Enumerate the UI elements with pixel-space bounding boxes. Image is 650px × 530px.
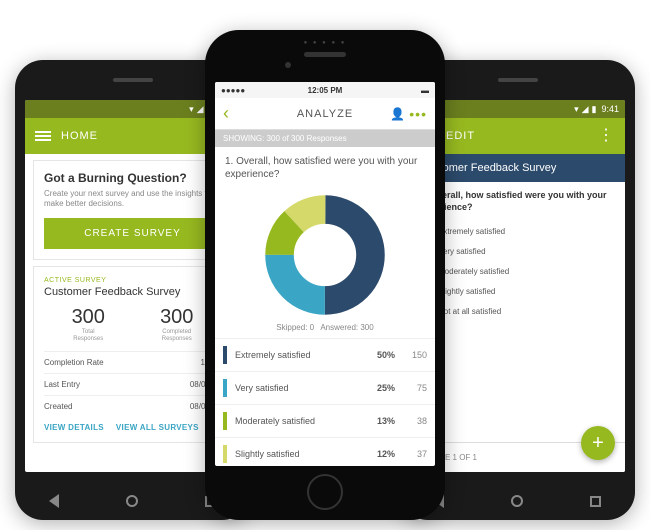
phone-camera bbox=[285, 62, 291, 68]
result-row[interactable]: Slightly satisfied12% 37 bbox=[215, 437, 435, 466]
showing-bar: SHOWING: 300 of 300 Responses bbox=[215, 130, 435, 147]
info-row: Completion Rate100% bbox=[44, 351, 221, 373]
question-text: 1. Overall, how satisfied were you with … bbox=[215, 147, 435, 189]
home-icon[interactable] bbox=[511, 495, 523, 507]
card-title: Got a Burning Question? bbox=[44, 171, 221, 185]
back-icon[interactable] bbox=[49, 494, 59, 508]
option-label: Not at all satisfied bbox=[438, 307, 501, 316]
header-title: ANALYZE bbox=[297, 108, 353, 120]
result-percent: 25% bbox=[377, 383, 395, 393]
result-row[interactable]: Very satisfied25% 75 bbox=[215, 371, 435, 404]
survey-name: Customer Feedback Survey bbox=[44, 286, 221, 298]
phone-speaker bbox=[113, 78, 153, 82]
home-button[interactable] bbox=[307, 474, 343, 510]
result-row[interactable]: Moderately satisfied13% 38 bbox=[215, 404, 435, 437]
more-icon[interactable]: ••• bbox=[409, 106, 427, 122]
result-label: Extremely satisfied bbox=[235, 350, 377, 360]
screen-analyze: ●●●●● 12:05 PM ▬ ‹ ANALYZE 👤 ••• SHOWING… bbox=[215, 82, 435, 466]
phone-speaker bbox=[498, 78, 538, 82]
add-button[interactable]: + bbox=[581, 426, 615, 460]
stat-label: Completed bbox=[160, 329, 193, 336]
ios-status-bar: ●●●●● 12:05 PM ▬ bbox=[215, 82, 435, 98]
result-row[interactable]: Extremely satisfied50% 150 bbox=[215, 338, 435, 371]
option-label: Very satisfied bbox=[438, 247, 486, 256]
result-count: 150 bbox=[403, 350, 427, 360]
recent-icon[interactable] bbox=[590, 496, 601, 507]
iphone-analyze: ● ● ● ● ● ●●●●● 12:05 PM ▬ ‹ ANALYZE 👤 •… bbox=[205, 30, 445, 520]
signal-icon: ◢ bbox=[197, 104, 204, 115]
stat-number: 300 bbox=[160, 306, 193, 329]
header-title: EDIT bbox=[446, 130, 475, 142]
user-icon[interactable]: 👤 bbox=[390, 107, 405, 121]
result-percent: 12% bbox=[377, 449, 395, 459]
completed-responses-stat: 300 Completed Responses bbox=[160, 306, 193, 343]
wifi-icon: ▾ bbox=[189, 104, 194, 115]
carrier-signal: ●●●●● bbox=[221, 86, 245, 95]
menu-icon[interactable] bbox=[35, 129, 51, 143]
result-count: 75 bbox=[403, 383, 427, 393]
signal-icon: ◢ bbox=[582, 104, 589, 115]
info-row: Last Entry08/04/15 bbox=[44, 373, 221, 395]
info-label: Completion Rate bbox=[44, 358, 104, 367]
app-header-analyze: ‹ ANALYZE 👤 ••• bbox=[215, 98, 435, 130]
result-label: Very satisfied bbox=[235, 383, 377, 393]
stat-label: Responses bbox=[72, 336, 105, 343]
stat-number: 300 bbox=[72, 306, 105, 329]
donut-chart bbox=[215, 189, 435, 317]
result-label: Moderately satisfied bbox=[235, 416, 377, 426]
skipped-count: Skipped: 0 bbox=[276, 323, 314, 332]
result-count: 38 bbox=[403, 416, 427, 426]
info-label: Last Entry bbox=[44, 380, 80, 389]
phone-speaker bbox=[304, 52, 346, 57]
result-percent: 50% bbox=[377, 350, 395, 360]
header-title: HOME bbox=[61, 130, 98, 142]
color-swatch bbox=[223, 445, 227, 463]
total-responses-stat: 300 Total Responses bbox=[72, 306, 105, 343]
color-swatch bbox=[223, 412, 227, 430]
color-swatch bbox=[223, 379, 227, 397]
links-row: VIEW DETAILS VIEW ALL SURVEYS bbox=[44, 417, 221, 432]
stat-label: Responses bbox=[160, 336, 193, 343]
stat-label: Total bbox=[72, 329, 105, 336]
home-icon[interactable] bbox=[126, 495, 138, 507]
view-all-surveys-link[interactable]: VIEW ALL SURVEYS bbox=[116, 423, 199, 432]
stats-row: 300 Total Responses 300 Completed Respon… bbox=[44, 306, 221, 343]
status-time: 12:05 PM bbox=[308, 86, 343, 95]
option-label: Moderately satisfied bbox=[438, 267, 509, 276]
view-details-link[interactable]: VIEW DETAILS bbox=[44, 423, 104, 432]
info-row: Created08/04/15 bbox=[44, 395, 221, 417]
burning-question-card: Got a Burning Question? Create your next… bbox=[33, 160, 232, 260]
color-swatch bbox=[223, 346, 227, 364]
info-label: Created bbox=[44, 402, 72, 411]
result-percent: 13% bbox=[377, 416, 395, 426]
phone-dots: ● ● ● ● ● bbox=[304, 40, 347, 46]
battery-icon: ▬ bbox=[421, 86, 429, 95]
back-icon[interactable]: ‹ bbox=[223, 103, 229, 124]
wifi-icon: ▾ bbox=[574, 104, 579, 115]
option-label: Extremely satisfied bbox=[438, 227, 505, 236]
battery-icon: ▮ bbox=[592, 104, 597, 115]
option-label: Slightly satisfied bbox=[438, 287, 495, 296]
skip-answered-row: Skipped: 0 Answered: 300 bbox=[215, 317, 435, 338]
active-survey-card: ACTIVE SURVEY Customer Feedback Survey 3… bbox=[33, 266, 232, 443]
answered-count: Answered: 300 bbox=[320, 323, 373, 332]
result-count: 37 bbox=[403, 449, 427, 459]
result-label: Slightly satisfied bbox=[235, 449, 377, 459]
card-subtitle: Create your next survey and use the insi… bbox=[44, 189, 221, 210]
status-time: 9:41 bbox=[601, 104, 619, 114]
create-survey-button[interactable]: CREATE SURVEY bbox=[44, 218, 221, 249]
active-survey-label: ACTIVE SURVEY bbox=[44, 277, 221, 284]
